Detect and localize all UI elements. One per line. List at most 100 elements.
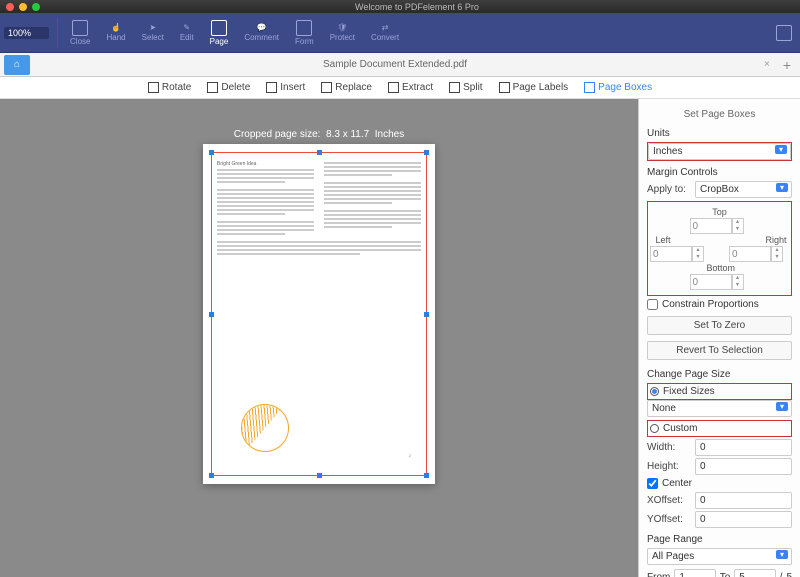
constrain-check-icon[interactable] xyxy=(647,299,658,310)
toolbar-separator xyxy=(57,18,58,48)
page-sub-toolbar: Rotate Delete Insert Replace Extract Spl… xyxy=(0,77,800,99)
page-number: 2 xyxy=(409,454,411,458)
doc-heading: Bright Green Idea xyxy=(217,162,314,166)
toolbar-edit[interactable]: ✎Edit xyxy=(176,21,198,44)
handle-top-right[interactable] xyxy=(424,150,429,155)
toolbar-close[interactable]: Close xyxy=(66,18,94,48)
new-tab-icon[interactable]: + xyxy=(778,57,796,73)
minimize-window-icon[interactable] xyxy=(19,3,27,11)
subtool-extract[interactable]: Extract xyxy=(388,82,433,93)
toolbar-convert[interactable]: ⇄Convert xyxy=(367,21,403,44)
subtool-replace[interactable]: Replace xyxy=(321,82,372,93)
margin-grid: Top ▴▾ Left Right ▴▾ ▴▾ Bottom ▴▾ xyxy=(647,201,792,296)
crop-size-label: Cropped page size: 8.3 x 11.7 Inches xyxy=(234,129,405,140)
rotate-icon xyxy=(148,82,159,93)
handle-bottom-left[interactable] xyxy=(209,473,214,478)
convert-icon: ⇄ xyxy=(382,23,389,32)
bottom-label: Bottom xyxy=(707,263,733,273)
close-tab-icon[interactable]: × xyxy=(760,57,778,72)
to-label: To xyxy=(720,572,731,577)
change-size-label: Change Page Size xyxy=(647,369,792,380)
width-input[interactable] xyxy=(695,439,792,456)
set-to-zero-button[interactable]: Set To Zero xyxy=(647,316,792,335)
toolbar-page[interactable]: Page xyxy=(206,18,233,48)
zoom-select[interactable]: 100% xyxy=(4,27,49,39)
apply-to-label: Apply to: xyxy=(647,184,691,195)
close-icon xyxy=(72,20,88,36)
subtool-delete[interactable]: Delete xyxy=(207,82,250,93)
insert-icon xyxy=(266,82,277,93)
from-input[interactable] xyxy=(674,569,715,577)
shield-icon: 🛡 xyxy=(337,23,347,32)
fixed-size-select[interactable]: None xyxy=(647,400,792,417)
pie-chart xyxy=(241,404,289,452)
units-select[interactable]: Inches xyxy=(647,142,792,161)
width-label: Width: xyxy=(647,442,691,453)
close-window-icon[interactable] xyxy=(6,3,14,11)
custom-radio[interactable]: Custom xyxy=(647,420,792,437)
toolbar-protect[interactable]: 🛡Protect xyxy=(326,21,359,44)
tab-bar: ⌂ Sample Document Extended.pdf × + xyxy=(0,53,800,77)
labels-icon xyxy=(499,82,510,93)
page-range-select[interactable]: All Pages xyxy=(647,548,792,565)
delete-icon xyxy=(207,82,218,93)
of-label: / xyxy=(780,572,783,577)
margin-bottom-input[interactable]: ▴▾ xyxy=(690,274,750,290)
extract-icon xyxy=(388,82,399,93)
center-checkbox[interactable]: Center xyxy=(647,478,792,489)
margin-top-input[interactable]: ▴▾ xyxy=(690,218,750,234)
window-titlebar: Welcome to PDFelement 6 Pro xyxy=(0,0,800,13)
subtool-rotate[interactable]: Rotate xyxy=(148,82,191,93)
margin-left-input[interactable]: ▴▾ xyxy=(650,246,710,262)
xoffset-label: XOffset: xyxy=(647,495,691,506)
handle-top-left[interactable] xyxy=(209,150,214,155)
radio-on-icon xyxy=(650,387,659,396)
handle-bottom-right[interactable] xyxy=(424,473,429,478)
home-icon: ⌂ xyxy=(14,59,20,70)
panel-title: Set Page Boxes xyxy=(647,109,792,120)
document-canvas[interactable]: Cropped page size: 8.3 x 11.7 Inches Bri… xyxy=(0,99,638,577)
handle-top[interactable] xyxy=(317,150,322,155)
toolbar-layout[interactable] xyxy=(772,23,796,43)
height-input[interactable] xyxy=(695,458,792,475)
units-label: Units xyxy=(647,128,792,139)
margin-right-input[interactable]: ▴▾ xyxy=(729,246,789,262)
document-tab[interactable]: Sample Document Extended.pdf xyxy=(30,56,760,73)
replace-icon xyxy=(321,82,332,93)
fixed-sizes-radio[interactable]: Fixed Sizes xyxy=(647,383,792,400)
cursor-icon: ➤ xyxy=(149,23,156,32)
toolbar-comment[interactable]: 💬Comment xyxy=(240,21,283,44)
split-icon xyxy=(449,82,460,93)
main-toolbar: 100% Close ☝Hand ➤Select ✎Edit Page 💬Com… xyxy=(0,13,800,53)
apply-to-select[interactable]: CropBox xyxy=(695,181,792,198)
from-label: From xyxy=(647,572,670,577)
page-preview[interactable]: Bright Green Idea xyxy=(203,144,435,484)
to-input[interactable] xyxy=(734,569,775,577)
home-tab[interactable]: ⌂ xyxy=(4,55,30,75)
hand-icon: ☝ xyxy=(111,23,121,32)
toolbar-form[interactable]: Form xyxy=(291,18,318,48)
subtool-page-boxes[interactable]: Page Boxes xyxy=(584,82,652,93)
maximize-window-icon[interactable] xyxy=(32,3,40,11)
form-icon xyxy=(296,20,312,36)
handle-right[interactable] xyxy=(424,312,429,317)
boxes-icon xyxy=(584,82,595,93)
center-check-icon[interactable] xyxy=(647,478,658,489)
edit-icon: ✎ xyxy=(183,23,190,32)
yoffset-label: YOffset: xyxy=(647,514,691,525)
subtool-page-labels[interactable]: Page Labels xyxy=(499,82,569,93)
comment-icon: 💬 xyxy=(257,23,267,32)
xoffset-input[interactable] xyxy=(695,492,792,509)
constrain-checkbox[interactable]: Constrain Proportions xyxy=(647,299,792,310)
subtool-split[interactable]: Split xyxy=(449,82,482,93)
page-content: Bright Green Idea xyxy=(217,162,421,470)
total-pages: 5 xyxy=(786,572,792,577)
handle-left[interactable] xyxy=(209,312,214,317)
revert-button[interactable]: Revert To Selection xyxy=(647,341,792,360)
yoffset-input[interactable] xyxy=(695,511,792,528)
toolbar-hand[interactable]: ☝Hand xyxy=(102,21,129,44)
left-label: Left xyxy=(650,235,676,245)
subtool-insert[interactable]: Insert xyxy=(266,82,305,93)
toolbar-select[interactable]: ➤Select xyxy=(138,21,168,44)
handle-bottom[interactable] xyxy=(317,473,322,478)
